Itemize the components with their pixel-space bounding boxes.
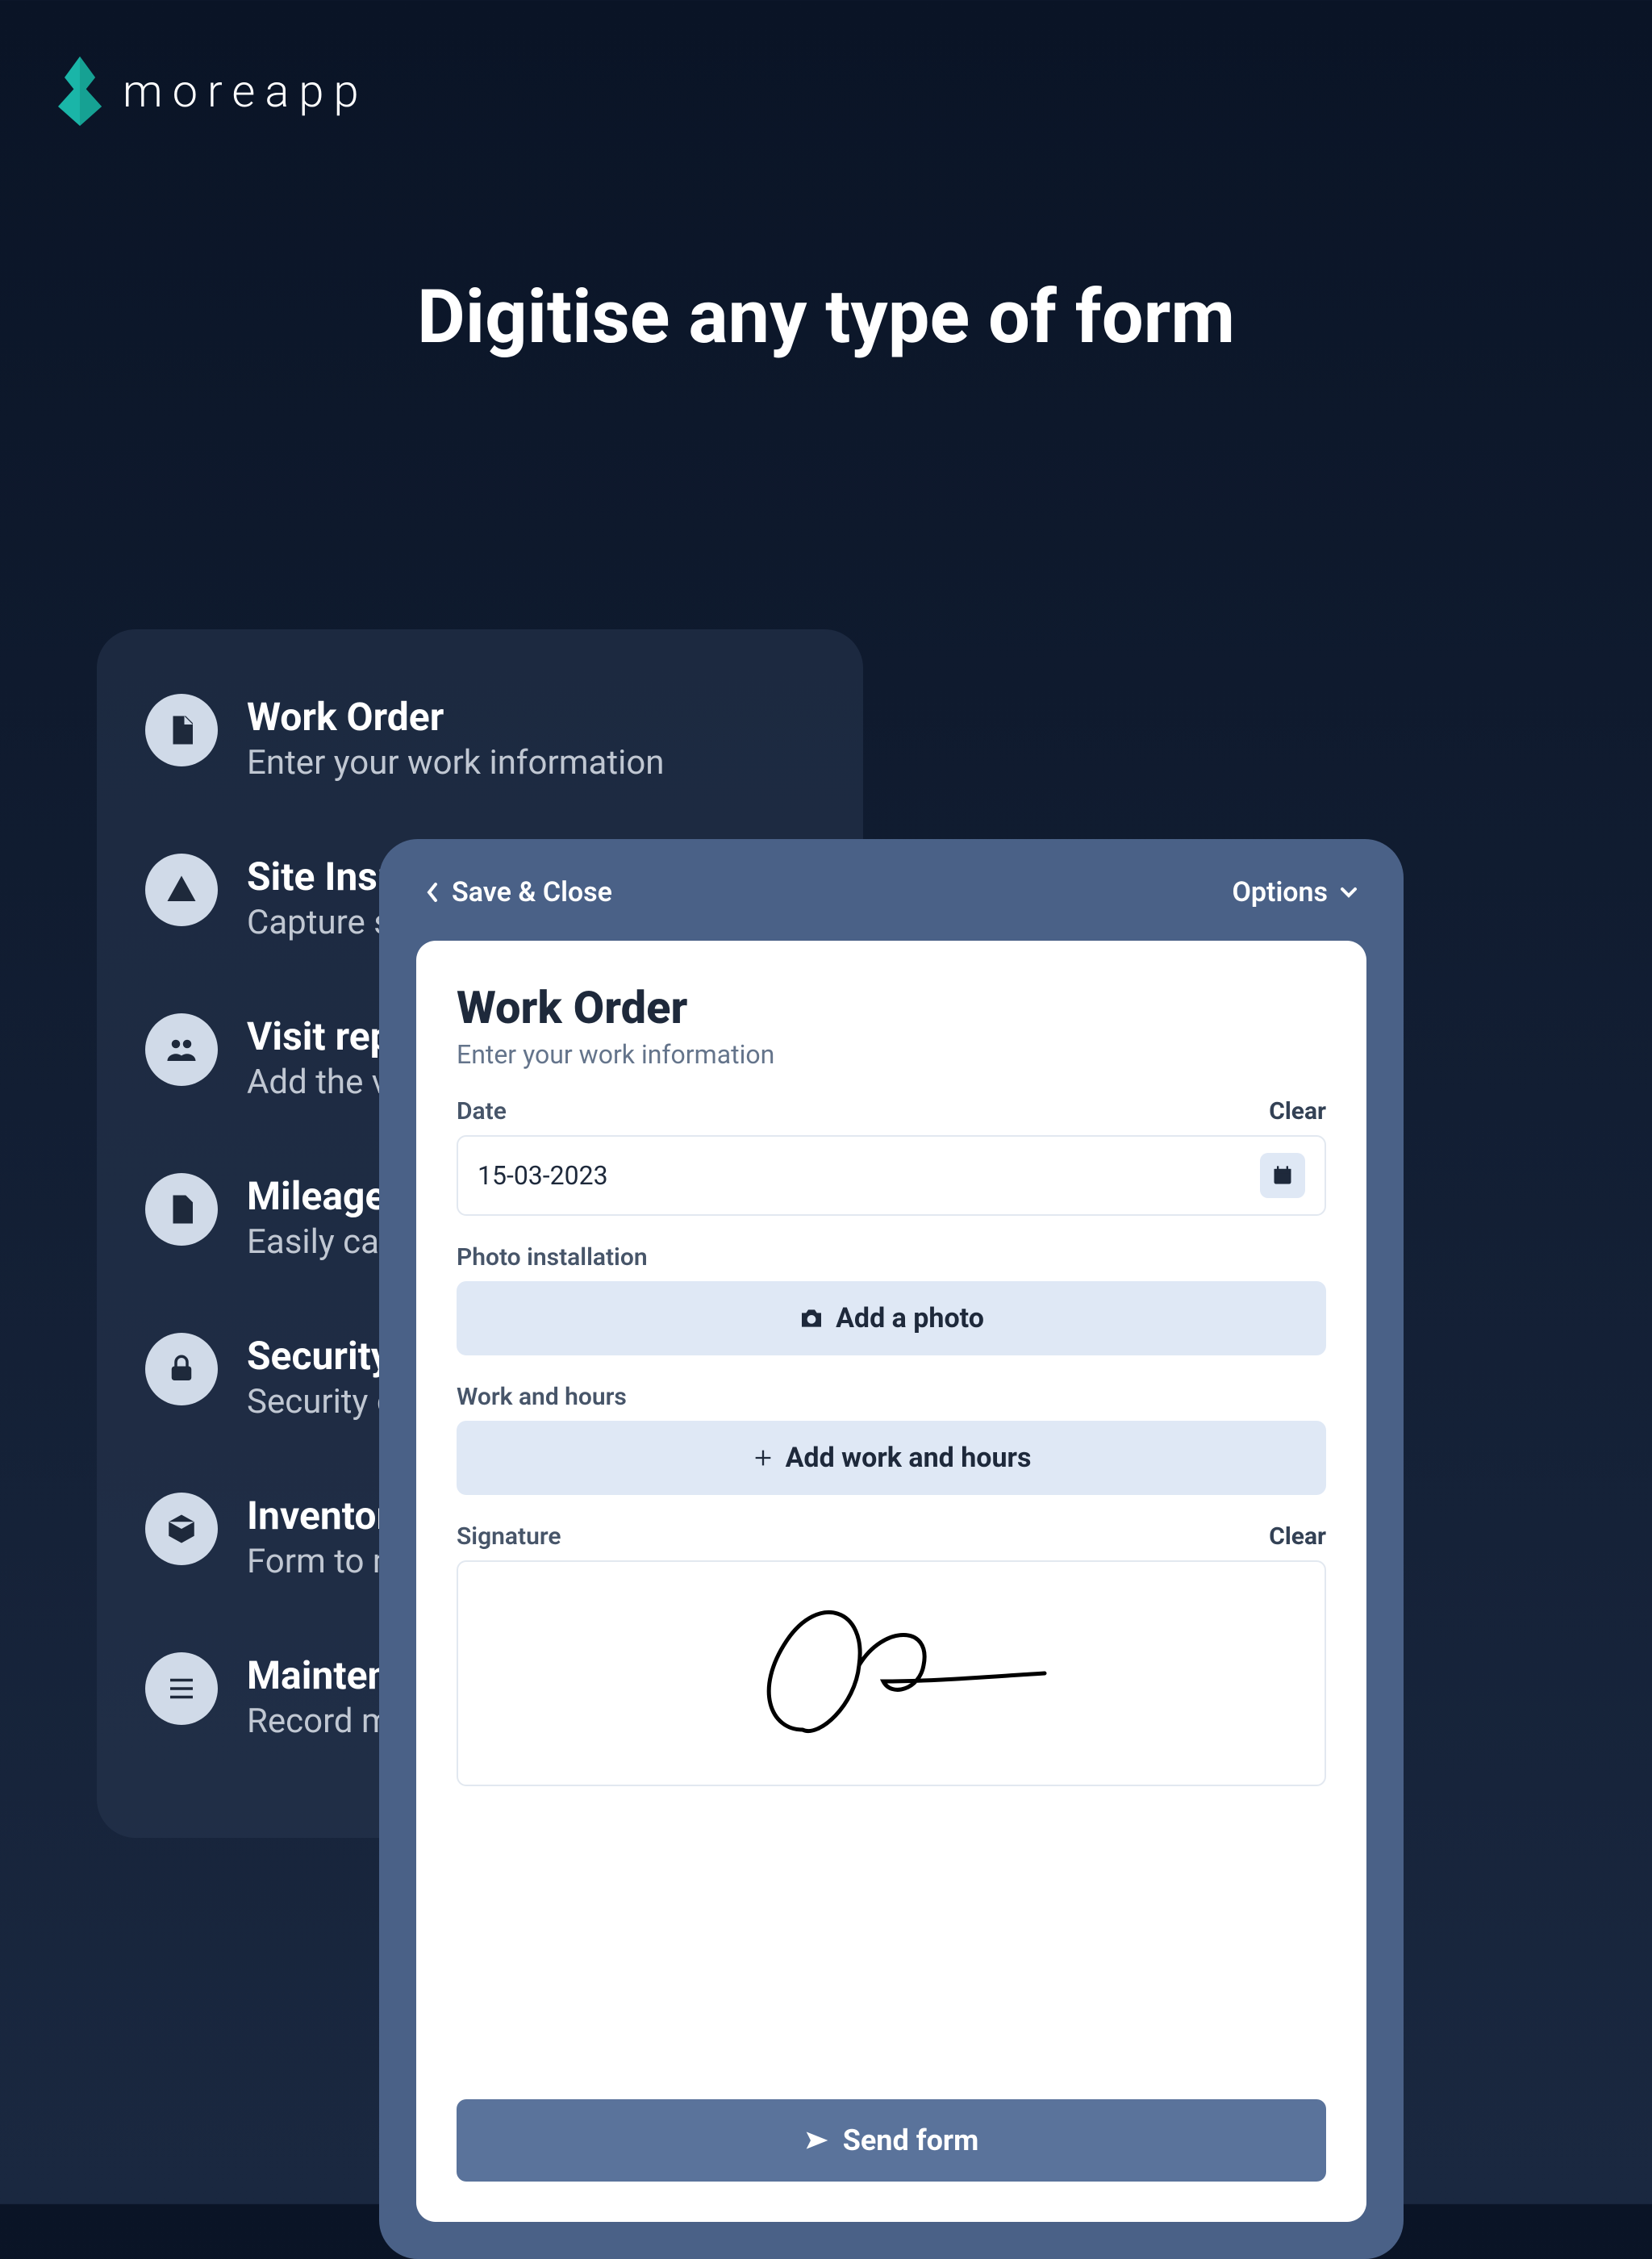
brand-logo: moreapp: [56, 56, 369, 126]
brand-name: moreapp: [123, 65, 369, 118]
list-item-subtitle: Enter your work information: [247, 743, 664, 783]
calendar-button[interactable]: [1260, 1153, 1305, 1198]
signature-label: Signature: [457, 1522, 561, 1551]
work-label: Work and hours: [457, 1383, 1326, 1411]
lock-icon: [145, 1333, 218, 1405]
send-icon: [804, 2129, 830, 2152]
save-close-label: Save & Close: [452, 876, 612, 908]
form-card: Work Order Enter your work information D…: [416, 941, 1366, 2222]
warning-icon: [145, 854, 218, 926]
lines-icon: [145, 1652, 218, 1725]
phone-mockup: Save & Close Options Work Order Enter yo…: [379, 839, 1404, 2259]
options-button[interactable]: Options: [1232, 876, 1358, 908]
date-clear-button[interactable]: Clear: [1269, 1097, 1326, 1125]
add-work-button[interactable]: Add work and hours: [457, 1421, 1326, 1495]
list-item-title: Work Order: [247, 694, 664, 740]
form-title: Work Order: [457, 981, 1326, 1034]
calendar-icon: [1271, 1164, 1294, 1187]
signature-clear-button[interactable]: Clear: [1269, 1522, 1326, 1551]
list-item-work-order[interactable]: Work Order Enter your work information: [145, 694, 815, 783]
chevron-down-icon: [1339, 886, 1358, 899]
date-value: 15-03-2023: [478, 1160, 608, 1191]
group-icon: [145, 1013, 218, 1086]
form-subtitle: Enter your work information: [457, 1039, 1326, 1070]
signature-input[interactable]: [457, 1560, 1326, 1786]
plus-icon: [752, 1447, 774, 1469]
file-icon: [145, 1173, 218, 1246]
add-work-label: Add work and hours: [786, 1442, 1032, 1474]
leaf-icon: [56, 56, 103, 126]
cube-icon: [145, 1493, 218, 1565]
options-label: Options: [1232, 876, 1328, 908]
photo-label: Photo installation: [457, 1243, 1326, 1271]
signature-drawing: [722, 1593, 1061, 1754]
page-headline: Digitise any type of form: [0, 274, 1652, 361]
camera-icon: [799, 1307, 824, 1330]
add-photo-button[interactable]: Add a photo: [457, 1281, 1326, 1355]
file-icon: [145, 694, 218, 766]
date-label: Date: [457, 1097, 507, 1125]
send-form-label: Send form: [843, 2123, 979, 2157]
chevron-left-icon: [424, 881, 440, 904]
save-close-button[interactable]: Save & Close: [424, 876, 612, 908]
date-input[interactable]: 15-03-2023: [457, 1135, 1326, 1216]
send-form-button[interactable]: Send form: [457, 2099, 1326, 2182]
add-photo-label: Add a photo: [836, 1302, 984, 1334]
